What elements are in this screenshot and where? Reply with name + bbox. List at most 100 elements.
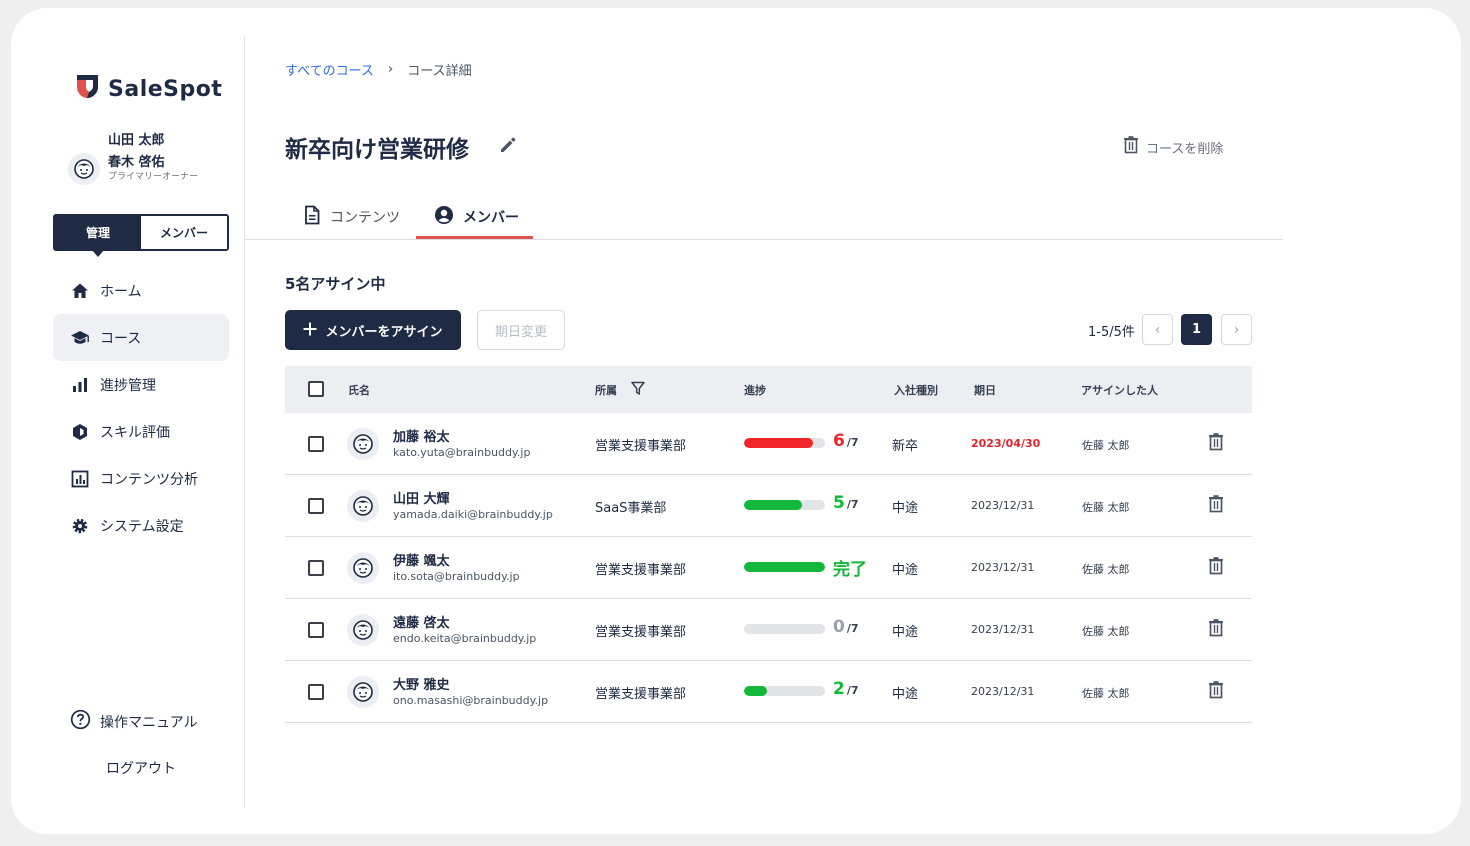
bar-chart-icon [70,375,90,395]
table-row: 加藤 裕太 kato.yuta@brainbuddy.jp 営業支援事業部 6/… [285,413,1252,475]
sidebar-item-course[interactable]: コース [53,314,229,361]
avatar [347,614,379,646]
progress-count: 0/7 [833,617,859,637]
progress-bar-fill [744,562,825,572]
avatar [347,428,379,460]
member-email: kato.yuta@brainbuddy.jp [393,446,531,459]
pencil-icon [497,137,519,160]
row-checkbox[interactable] [308,622,324,638]
sidebar-item-progress[interactable]: 進捗管理 [53,361,229,408]
table-row: 山田 大輝 yamada.daiki@brainbuddy.jp SaaS事業部… [285,475,1252,537]
column-header-assigner[interactable]: アサインした人 [1081,382,1158,398]
tab-member[interactable]: メンバー [434,205,519,229]
pagination-next-button[interactable]: › [1221,314,1252,345]
column-header-name[interactable]: 氏名 [348,382,370,398]
tab-content[interactable]: コンテンツ [303,205,400,229]
remove-member-button[interactable] [1207,556,1225,580]
remove-member-button[interactable] [1207,618,1225,642]
table-row: 大野 雅史 ono.masashi@brainbuddy.jp 営業支援事業部 … [285,661,1252,723]
pagination-page-button[interactable]: 1 [1181,314,1212,345]
hire-type: 中途 [892,687,919,702]
member-name: 伊藤 颯太 [393,554,450,569]
due-date: 2023/12/31 [971,561,1035,574]
progress-done: 5 [833,493,845,513]
delete-course-label: コースを削除 [1146,141,1224,157]
progress-bar-fill [744,500,802,510]
salespot-logo-icon [74,72,102,106]
breadcrumb-all-courses-link[interactable]: すべてのコース [285,60,374,79]
edit-title-button[interactable] [497,134,519,160]
progress-total: /7 [846,498,859,511]
row-checkbox[interactable] [308,498,324,514]
breadcrumb-current: コース詳細 [407,64,472,79]
progress-done: 0 [833,617,845,637]
row-checkbox[interactable] [308,560,324,576]
column-header-due[interactable]: 期日 [974,382,996,398]
member-name: 遠藤 啓太 [393,616,450,631]
delete-course-button[interactable]: コースを削除 [1122,135,1223,159]
user-profile[interactable]: 春木 啓佑 プライマリーオーナー [68,153,198,185]
help-manual-link[interactable]: 操作マニュアル [70,709,198,734]
sidebar-item-analytics[interactable]: コンテンツ分析 [53,455,229,502]
progress-bar [744,624,825,634]
filter-dept-button[interactable] [631,381,645,400]
pagination-prev-button[interactable]: ‹ [1142,314,1173,345]
home-icon [70,281,90,301]
column-header-progress[interactable]: 進捗 [744,382,766,398]
breadcrumb-separator: › [387,62,394,77]
due-date: 2023/12/31 [971,685,1035,698]
change-due-date-button[interactable]: 期日変更 [477,310,565,350]
progress-bar [744,500,825,510]
role-member-button[interactable]: メンバー [141,216,227,249]
app-logo[interactable]: SaleSpot [74,72,222,106]
sidebar-item-home[interactable]: ホーム [53,267,229,314]
tabs-divider [245,239,1283,240]
question-circle-icon [70,709,91,734]
select-all-checkbox[interactable] [308,381,324,397]
member-department: 営業支援事業部 [595,439,687,454]
assign-member-label: メンバーをアサイン [325,323,443,339]
progress-total: /7 [846,684,859,697]
avatar [347,676,379,708]
due-date: 2023/04/30 [971,437,1041,450]
progress-count: 完了 [833,555,869,580]
members-table-header: 氏名 所属 進捗 入社種別 期日 アサインした人 [285,366,1252,413]
skill-icon [70,422,90,442]
user-role: プライマリーオーナー [108,172,199,182]
assign-member-button[interactable]: メンバーをアサイン [285,310,461,350]
analytics-icon [70,469,90,489]
trash-icon [1207,495,1225,518]
trash-icon [1207,557,1225,580]
plus-icon [303,322,317,339]
hire-type: 新卒 [892,439,919,454]
role-admin-button[interactable]: 管理 [55,216,141,257]
logout-link[interactable]: ログアウト [106,758,176,778]
sidebar-item-skill[interactable]: スキル評価 [53,408,229,455]
member-department: 営業支援事業部 [595,687,687,702]
sidebar-item-settings[interactable]: システム設定 [53,502,229,549]
member-department: 営業支援事業部 [595,563,687,578]
avatar [347,490,379,522]
member-email: yamada.daiki@brainbuddy.jp [393,508,553,521]
role-toggle: 管理 メンバー [53,214,229,257]
member-name: 山田 大輝 [393,492,450,507]
progress-count: 5/7 [833,493,859,513]
column-header-type[interactable]: 入社種別 [894,382,938,398]
progress-count: 2/7 [833,679,859,699]
hire-type: 中途 [892,625,919,640]
sidebar-item-label: コンテンツ分析 [100,471,198,488]
member-department: 営業支援事業部 [595,625,687,640]
row-checkbox[interactable] [308,684,324,700]
row-checkbox[interactable] [308,436,324,452]
progress-bar [744,562,825,572]
member-name: 加藤 裕太 [393,430,450,445]
progress-total: /7 [846,622,859,635]
hire-type: 中途 [892,563,919,578]
remove-member-button[interactable] [1207,494,1225,518]
remove-member-button[interactable] [1207,432,1225,456]
pagination-summary: 1-5/5件 [1088,325,1135,340]
column-header-dept[interactable]: 所属 [595,382,617,398]
trash-icon [1122,135,1140,159]
assigned-by: 佐藤 太郎 [1082,501,1130,514]
remove-member-button[interactable] [1207,680,1225,704]
